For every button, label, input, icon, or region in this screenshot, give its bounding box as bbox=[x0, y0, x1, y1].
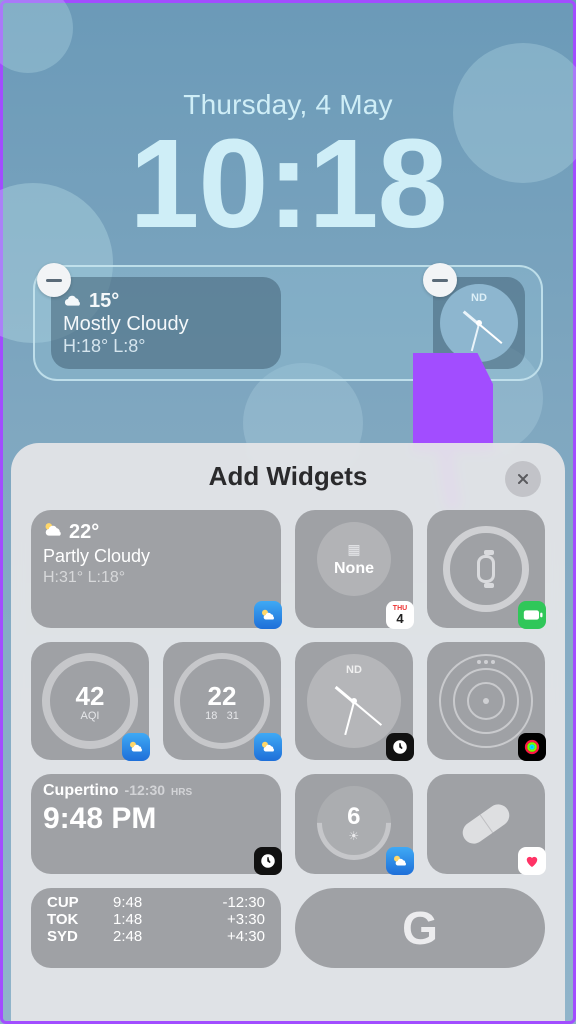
widget-medications[interactable] bbox=[427, 774, 545, 874]
temp-gauge-high: 31 bbox=[227, 710, 239, 722]
fitness-app-icon bbox=[518, 733, 546, 761]
close-button[interactable] bbox=[505, 461, 541, 497]
minus-icon bbox=[46, 279, 62, 282]
calendar-app-icon: THU 4 bbox=[386, 601, 414, 629]
weather-hilo: H:31° L:18° bbox=[43, 569, 269, 587]
bokeh-circle bbox=[0, 0, 73, 73]
widget-weather-large[interactable]: 22° Partly Cloudy H:31° L:18° bbox=[31, 510, 281, 628]
clock-app-icon bbox=[254, 847, 282, 875]
weather-temp: 22° bbox=[69, 521, 99, 544]
cloud-icon bbox=[63, 290, 83, 313]
widget-world-clock-list[interactable]: CUP 9:48 -12:30 TOK 1:48 +3:30 SYD 2:48 … bbox=[31, 888, 281, 968]
sun-cloud-icon bbox=[43, 520, 63, 544]
aqi-value: 42 bbox=[76, 681, 105, 712]
remove-widget-button[interactable] bbox=[37, 263, 71, 297]
minus-icon bbox=[432, 279, 448, 282]
widget-battery-watch[interactable] bbox=[427, 510, 545, 628]
widget-analog-clock[interactable]: ND bbox=[295, 642, 413, 760]
uv-value: 6 bbox=[347, 803, 360, 831]
weather-app-icon bbox=[122, 733, 150, 761]
temp-gauge-low: 18 bbox=[205, 710, 217, 722]
add-widgets-sheet: Add Widgets 22° Partly Cloudy H:31° L:18… bbox=[11, 443, 565, 1021]
radar-icon bbox=[439, 654, 533, 748]
city-time: 9:48 PM bbox=[43, 802, 269, 836]
battery-app-icon bbox=[518, 601, 546, 629]
calendar-badge-day: 4 bbox=[396, 612, 403, 625]
widget-uv-index[interactable]: 6 ☀ bbox=[295, 774, 413, 874]
google-g-icon: G bbox=[402, 901, 438, 955]
tray-widget-clock[interactable]: ND bbox=[433, 277, 525, 369]
weather-app-icon bbox=[254, 733, 282, 761]
tray-widget-weather[interactable]: 15° Mostly Cloudy H:18° L:8° bbox=[51, 277, 281, 369]
city-name: Cupertino bbox=[43, 782, 119, 800]
lockscreen-time[interactable]: 10:18 bbox=[3, 111, 573, 256]
tray-weather-condition: Mostly Cloudy bbox=[63, 313, 269, 336]
health-app-icon bbox=[518, 847, 546, 875]
aqi-label: AQI bbox=[81, 710, 100, 722]
weather-condition: Partly Cloudy bbox=[43, 546, 269, 567]
widget-fitness-rings[interactable] bbox=[427, 642, 545, 760]
tray-weather-temp: 15° bbox=[89, 290, 119, 313]
calendar-icon: ▦ bbox=[347, 541, 360, 558]
watch-icon bbox=[477, 555, 495, 583]
tz-row: TOK 1:48 +3:30 bbox=[43, 911, 269, 928]
clock-app-icon bbox=[386, 733, 414, 761]
widget-grid: 22° Partly Cloudy H:31° L:18° ▦ None THU… bbox=[31, 510, 545, 968]
widget-temperature-gauge[interactable]: 22 18 31 bbox=[163, 642, 281, 760]
lockscreen-widget-tray[interactable]: 15° Mostly Cloudy H:18° L:8° ND bbox=[33, 265, 543, 381]
sheet-header: Add Widgets bbox=[31, 461, 545, 492]
widget-calendar-none[interactable]: ▦ None THU 4 bbox=[295, 510, 413, 628]
close-icon bbox=[515, 471, 531, 487]
tray-weather-hilo: H:18° L:8° bbox=[63, 336, 269, 357]
city-offset: -12:30 bbox=[125, 782, 165, 798]
weather-app-icon bbox=[386, 847, 414, 875]
analog-clock-icon: ND bbox=[307, 654, 401, 748]
calendar-none-label: None bbox=[334, 560, 374, 578]
clock-city-label: ND bbox=[440, 292, 518, 304]
widget-city-clock[interactable]: Cupertino -12:30 HRS 9:48 PM bbox=[31, 774, 281, 874]
clock-city-label: ND bbox=[307, 664, 401, 676]
widget-google-search[interactable]: G bbox=[295, 888, 545, 968]
widget-aqi[interactable]: 42 AQI bbox=[31, 642, 149, 760]
tz-row: SYD 2:48 +4:30 bbox=[43, 928, 269, 945]
analog-clock-icon: ND bbox=[440, 284, 518, 362]
sun-icon: ☀ bbox=[347, 829, 360, 843]
city-hrs-label: HRS bbox=[171, 787, 192, 798]
battery-ring-icon bbox=[443, 526, 529, 612]
tz-row: CUP 9:48 -12:30 bbox=[43, 894, 269, 911]
sheet-title: Add Widgets bbox=[209, 461, 368, 492]
pill-icon bbox=[458, 800, 513, 848]
weather-app-icon bbox=[254, 601, 282, 629]
temp-gauge-value: 22 bbox=[208, 681, 237, 712]
